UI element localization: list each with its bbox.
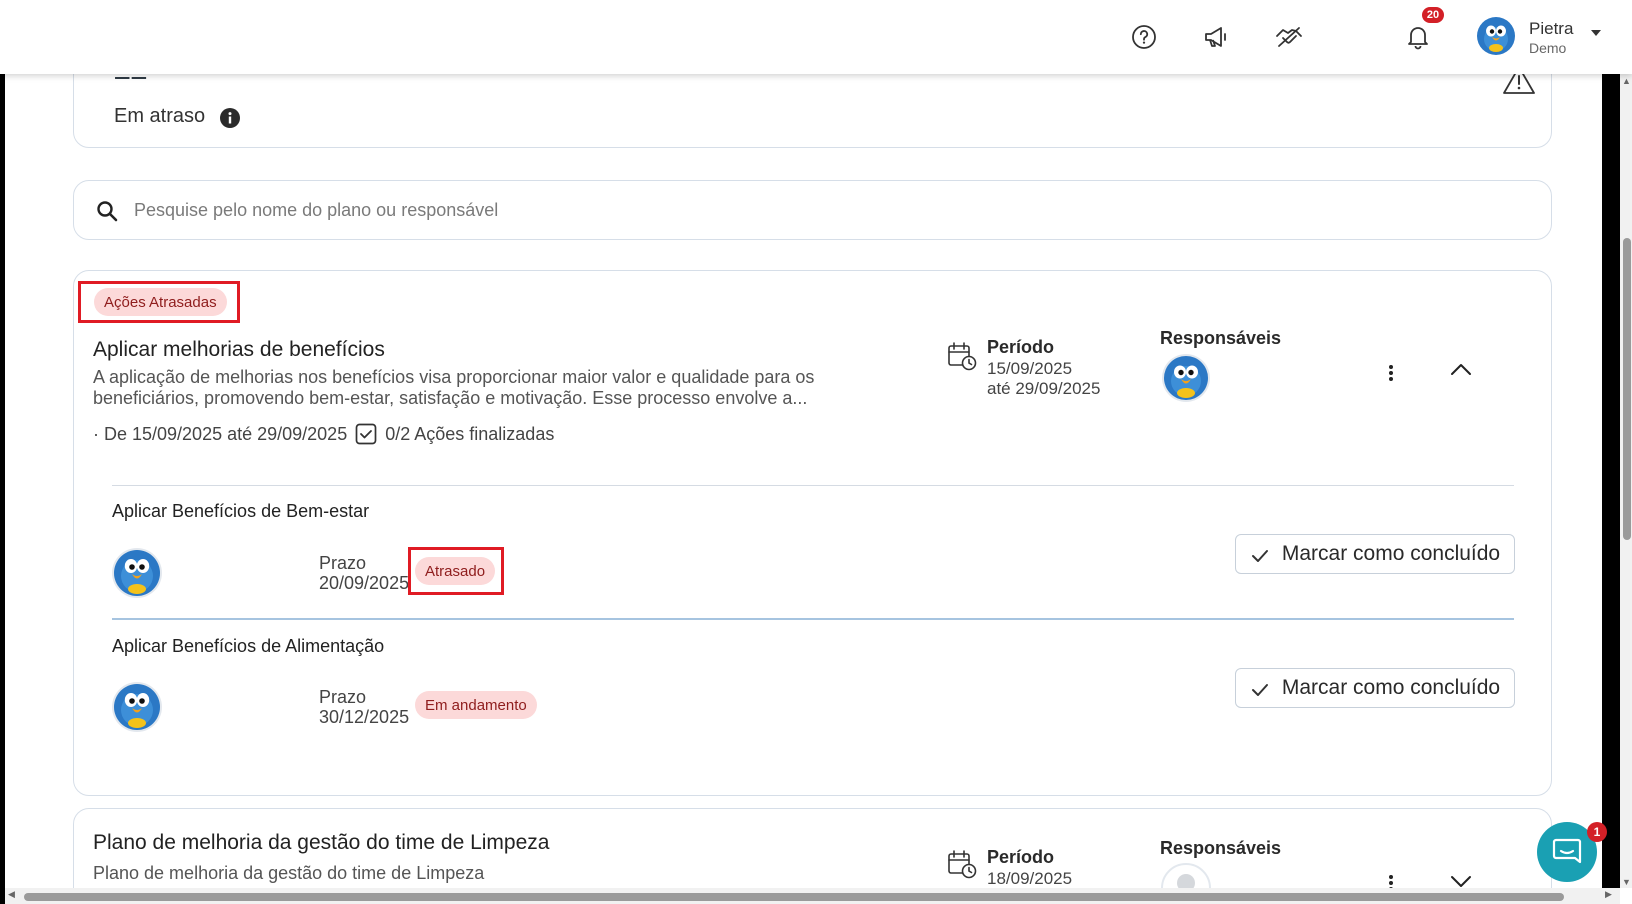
- overdue-count: 22: [114, 77, 147, 85]
- info-icon[interactable]: [220, 108, 240, 128]
- period-label: Período: [987, 847, 1055, 867]
- user-name[interactable]: Pietra: [1529, 19, 1573, 39]
- vertical-scrollbar-thumb[interactable]: [1623, 238, 1631, 540]
- action-title: Aplicar Benefícios de Bem-estar: [112, 501, 370, 521]
- more-options-icon[interactable]: [1381, 361, 1401, 385]
- calendar-clock-icon: [947, 849, 977, 879]
- expand-chevron-icon[interactable]: [1448, 871, 1474, 888]
- scroll-right-arrow-icon[interactable]: ▶: [1605, 889, 1612, 900]
- actions-progress: 0/2 Ações finalizadas: [385, 423, 555, 444]
- check-icon: [1250, 680, 1270, 696]
- handshake-icon[interactable]: [1274, 22, 1304, 52]
- horizontal-scrollbar-thumb[interactable]: [24, 893, 1564, 901]
- scroll-up-arrow-icon[interactable]: ▲: [1622, 76, 1631, 86]
- responsibles-label: Responsáveis: [1160, 838, 1282, 858]
- chat-icon: [1552, 838, 1582, 864]
- right-window-edge: [1602, 74, 1620, 904]
- highlight-box: [78, 281, 240, 323]
- deadline-date: 20/09/2025: [319, 573, 410, 593]
- warning-icon: [1502, 74, 1536, 95]
- responsibles-label: Responsáveis: [1160, 328, 1282, 348]
- action-title: Aplicar Benefícios de Alimentação: [112, 636, 385, 656]
- period-start: 18/09/2025: [987, 869, 1073, 888]
- bell-icon[interactable]: [1403, 22, 1433, 52]
- overdue-summary-card: 22 Em atraso: [73, 74, 1552, 148]
- scroll-left-arrow-icon[interactable]: ◀: [8, 889, 15, 900]
- status-badge: Em andamento: [415, 691, 537, 719]
- plan-card: Plano de melhoria da gestão do time de L…: [73, 808, 1552, 888]
- divider: [112, 618, 1514, 620]
- responsible-avatar-placeholder[interactable]: [1161, 863, 1211, 888]
- user-menu-caret-icon[interactable]: [1591, 30, 1601, 36]
- check-icon: [1250, 546, 1270, 562]
- period-label: Período: [987, 337, 1055, 357]
- plan-date-range: · De 15/09/2025 até 29/09/2025: [93, 423, 348, 444]
- mark-complete-button[interactable]: Marcar como concluído: [1235, 668, 1515, 708]
- action-responsible-avatar[interactable]: [111, 547, 163, 599]
- user-avatar[interactable]: [1477, 17, 1515, 55]
- calendar-clock-icon: [947, 341, 977, 371]
- plan-description: Plano de melhoria da gestão do time de L…: [93, 863, 485, 883]
- action-responsible-avatar[interactable]: [111, 681, 163, 733]
- user-role: Demo: [1529, 40, 1567, 56]
- search-bar: [73, 180, 1552, 240]
- notification-count-badge: 20: [1422, 7, 1444, 23]
- top-bar: 20 Pietra Demo: [0, 0, 1632, 74]
- checkbox-icon: [355, 423, 377, 445]
- plan-title[interactable]: Aplicar melhorias de benefícios: [93, 338, 385, 362]
- highlight-box: [408, 547, 504, 595]
- chat-unread-badge: 1: [1587, 822, 1607, 842]
- collapse-chevron-icon[interactable]: [1448, 359, 1474, 379]
- plan-meta: · De 15/09/2025 até 29/09/2025 0/2 Ações…: [93, 423, 554, 445]
- plan-description: A aplicação de melhorias nos benefícios …: [93, 367, 815, 408]
- mark-complete-label: Marcar como concluído: [1281, 676, 1501, 699]
- period-end: até 29/09/2025: [987, 379, 1101, 398]
- search-input[interactable]: [134, 193, 1514, 227]
- overdue-label: Em atraso: [114, 105, 206, 127]
- responsible-avatar[interactable]: [1161, 353, 1211, 403]
- plan-card: Ações Atrasadas Aplicar melhorias de ben…: [73, 270, 1552, 796]
- scroll-down-arrow-icon[interactable]: ▼: [1622, 877, 1631, 887]
- megaphone-icon[interactable]: [1201, 22, 1231, 52]
- more-options-icon[interactable]: [1381, 871, 1401, 888]
- deadline-date: 30/12/2025: [319, 707, 410, 727]
- mark-complete-button[interactable]: Marcar como concluído: [1235, 534, 1515, 574]
- plan-title[interactable]: Plano de melhoria da gestão do time de L…: [93, 831, 549, 855]
- help-icon[interactable]: [1129, 22, 1159, 52]
- period-start: 15/09/2025: [987, 359, 1073, 378]
- main-content: 22 Em atraso Ações Atrasadas Aplicar mel…: [5, 74, 1602, 888]
- deadline-label: Prazo: [319, 687, 367, 707]
- search-icon: [96, 200, 118, 222]
- deadline-label: Prazo: [319, 553, 367, 573]
- divider: [112, 485, 1514, 486]
- mark-complete-label: Marcar como concluído: [1281, 542, 1501, 565]
